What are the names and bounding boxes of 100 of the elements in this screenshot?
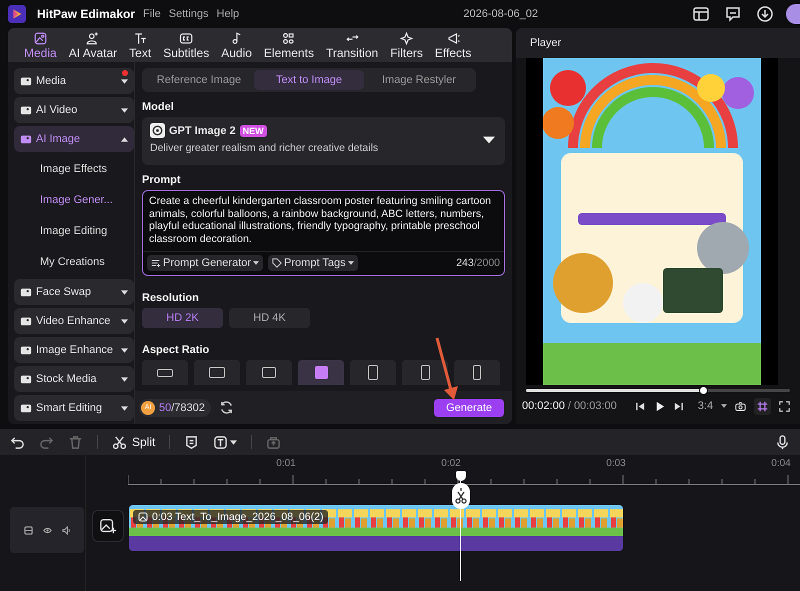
sidebar-item[interactable]: AI Image [14,126,134,152]
menu-item[interactable]: Settings [168,8,209,20]
tab[interactable]: Elements [258,28,320,62]
time-label: 0:03 [605,458,627,469]
sidebar-item[interactable]: Video Enhance [14,308,134,334]
section-heading: Resolution [142,292,200,304]
feedback-icon[interactable] [724,5,742,23]
caption-icon[interactable] [184,434,200,450]
sidebar-subitem[interactable]: Image Gener... [14,186,134,214]
generate-button[interactable]: Generate [434,398,504,416]
sparkle-icon [399,30,414,46]
mode-tab[interactable]: Reference Image [144,70,254,90]
add-media-button[interactable] [92,510,124,542]
section-heading: Aspect Ratio [142,344,210,356]
caret-down-icon [483,136,495,144]
text-icon[interactable] [213,434,228,450]
tab[interactable]: Audio [215,28,258,62]
model-name: GPT Image 2 [169,124,236,136]
image-icon [32,30,48,46]
caret-down-icon [121,318,128,324]
tab[interactable]: Effects [428,28,478,62]
aspect-ratio-option[interactable] [246,360,292,385]
tab[interactable]: Filters [384,28,429,62]
tab[interactable]: Text [123,28,158,62]
download-icon[interactable] [756,5,774,23]
project-title: 2026-08-06_02 [463,8,538,20]
person-icon [85,30,100,46]
split-handle[interactable] [452,483,470,509]
aspect-ratio-option[interactable] [142,360,188,385]
tab[interactable]: Media [18,28,63,62]
aspect-ratio-option[interactable] [298,360,344,385]
film-icon[interactable] [24,526,32,534]
sidebar-item[interactable]: Face Swap [14,279,134,305]
undo-icon[interactable] [10,434,25,450]
next-frame-icon[interactable] [672,400,684,412]
tab[interactable]: Transition [320,28,384,62]
tag-icon [272,258,282,268]
clip-title: 0:03 Text_To_Image_2026_08_06(2) [152,511,324,523]
layout-icon[interactable] [692,5,710,23]
model-description: Deliver greater realism and richer creative details [150,142,380,154]
aspect-ratio-option[interactable] [402,360,448,385]
current-time: 00:02:00 [522,400,565,412]
sidebar-item[interactable]: Stock Media [14,366,134,392]
credits-total: /78302 [171,402,205,414]
export-icon[interactable] [266,434,282,450]
image-icon [20,344,32,356]
menu-item[interactable]: Help [216,8,240,20]
previous-frame-icon[interactable] [634,400,646,412]
resolution-option[interactable]: HD 2K [142,308,223,328]
lines-icon [151,258,161,268]
aspect-ratio-option[interactable] [454,360,500,385]
model-dropdown[interactable]: GPT Image 2 NEW Deliver greater realism and richer creative details [142,117,505,165]
image-icon [138,512,148,522]
time-label: 0:04 [770,458,792,469]
section-heading: Model [142,101,175,113]
caret-down-icon [121,348,128,352]
sidebar-subitem[interactable]: Image Editing [14,217,134,245]
refresh-icon[interactable] [218,400,234,415]
tab[interactable]: Subtitles [157,28,216,62]
grid-icon[interactable] [754,398,772,414]
time-label: 0:01 [275,458,297,469]
redo-icon[interactable] [39,434,54,450]
aspect-ratio-option[interactable] [194,360,240,385]
sidebar-item[interactable]: Image Enhance [14,337,134,363]
delete-icon[interactable] [68,434,83,450]
sidebar-subitem[interactable]: My Creations [14,248,134,276]
caret-down-icon [721,404,728,408]
prompt-tool-button[interactable]: Prompt Tags [268,255,358,271]
new-badge: NEW [240,124,267,136]
tab[interactable]: AI Avatar [62,28,124,62]
prompt-tool-button[interactable]: Prompt Generator [147,255,264,271]
video-clip[interactable]: 0:03 Text_To_Image_2026_08_06(2) [129,505,623,551]
sidebar-item[interactable]: Smart Editing [14,395,134,421]
seek-bar[interactable] [526,389,790,392]
sidebar-item[interactable]: Media [14,68,134,94]
character-limit: /2000 [474,257,500,269]
credits-used: 50 [159,402,172,414]
microphone-icon[interactable] [775,434,790,450]
prompt-field[interactable]: Create a cheerful kindergarten classroom poster featuring smiling cartoon animals, colorful balloons, a rainbow background, ABC letters, numbers, playful educational illustrations, friendly typography, printable preschool classroom decoration. [143,191,504,251]
image-icon [20,133,32,145]
text-icon [132,30,148,46]
aspect-ratio-option[interactable] [350,360,396,385]
split-button[interactable]: Split [112,434,156,450]
menu-item[interactable]: File [143,8,161,20]
character-count: 243 [456,257,474,269]
mode-tab[interactable]: Image Restyler [364,70,474,90]
seek-handle[interactable] [698,386,708,395]
sidebar-item[interactable]: AI Video [14,97,134,123]
ratio-dropdown[interactable]: 3:4 [698,400,714,412]
speaker-icon[interactable] [62,526,70,534]
section-heading: Prompt [142,174,182,186]
caret-down-icon [253,261,260,265]
fullscreen-icon[interactable] [779,400,790,412]
eye-icon[interactable] [42,526,52,534]
avatar[interactable] [786,4,800,24]
resolution-option[interactable]: HD 4K [229,308,310,328]
grid-icon [281,30,296,46]
add-image-icon [99,516,117,536]
mode-tab[interactable]: Text to Image [254,70,364,90]
sidebar-subitem[interactable]: Image Effects [14,155,134,183]
